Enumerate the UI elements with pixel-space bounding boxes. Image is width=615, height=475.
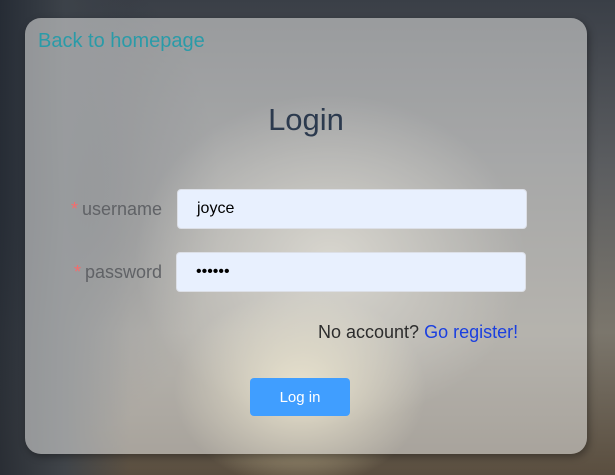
password-label-text: password <box>84 262 162 282</box>
username-label: * username <box>71 189 162 229</box>
register-prompt-text: No account? <box>318 322 420 342</box>
required-mark: * <box>73 262 81 282</box>
password-label: * password <box>74 252 162 292</box>
back-to-homepage-link[interactable]: Back to homepage <box>38 30 205 53</box>
password-input[interactable] <box>176 252 526 292</box>
page-title: Login <box>268 102 344 137</box>
go-register-link[interactable]: Go register! <box>424 322 518 342</box>
required-mark: * <box>70 199 78 219</box>
register-prompt: No account? Go register! <box>318 322 518 343</box>
password-row: * password <box>25 252 587 292</box>
username-row: * username <box>25 189 587 229</box>
username-input[interactable] <box>177 189 527 229</box>
login-button[interactable]: Log in <box>250 378 350 416</box>
username-label-text: username <box>81 199 162 219</box>
login-card: Back to homepage Login *username *passwo… <box>25 18 587 454</box>
